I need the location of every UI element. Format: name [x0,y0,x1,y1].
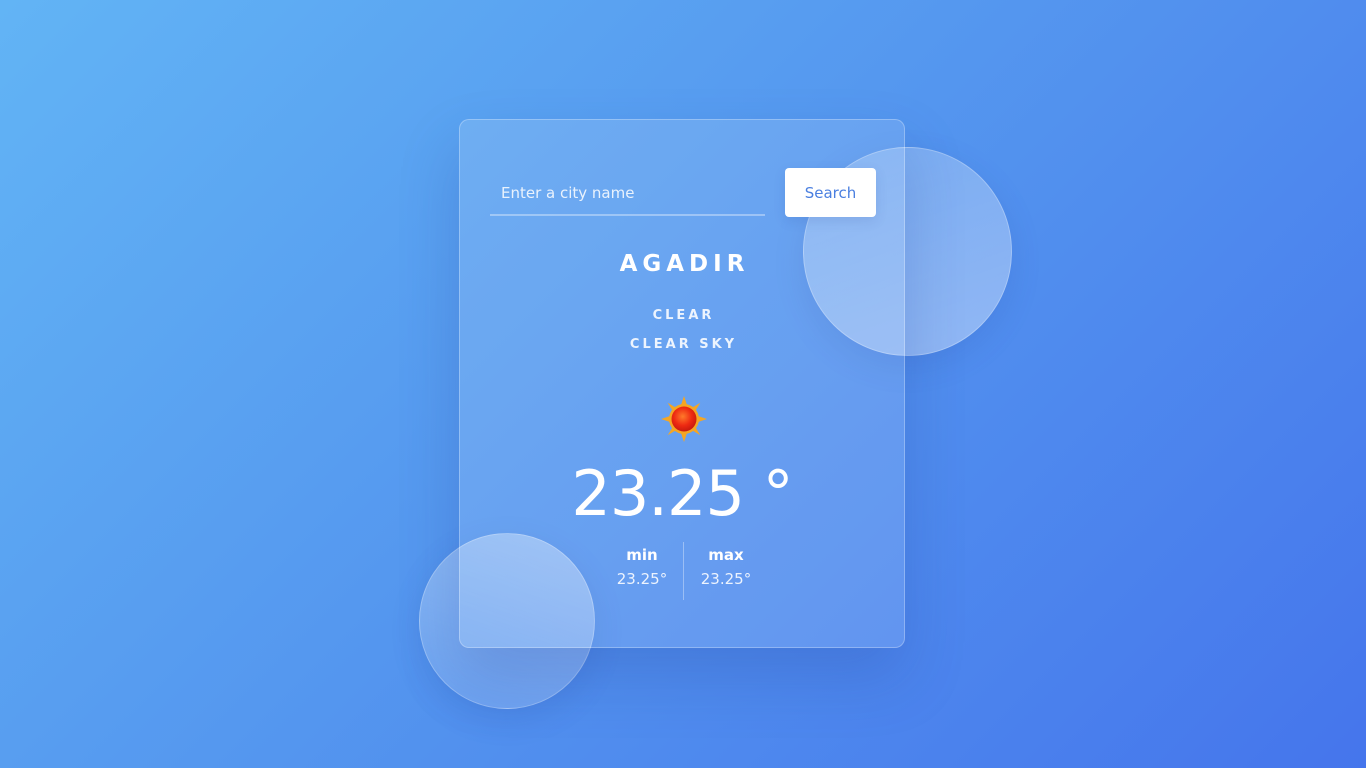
min-max-panel: min 23.25° max 23.25° [600,542,768,600]
sun-icon [661,396,707,442]
weather-condition: CLEAR [652,308,715,323]
min-label: min [626,546,658,564]
city-name: AGADIR [619,251,750,277]
max-temperature: max 23.25° [684,542,768,590]
min-temperature: min 23.25° [600,542,684,590]
temperature-value: 23.25 ° [571,457,793,530]
search-input[interactable] [490,178,765,216]
search-button[interactable]: Search [785,168,876,217]
max-value: 23.25° [700,570,752,588]
weather-description: CLEAR SKY [629,337,738,352]
max-label: max [708,546,744,564]
min-value: 23.25° [616,570,668,588]
weather-card: Search AGADIR CLEAR CLEAR SKY 23.25 ° mi… [459,119,905,648]
